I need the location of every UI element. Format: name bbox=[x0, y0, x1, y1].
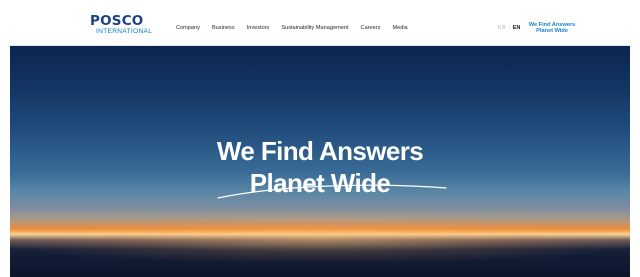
logo-subtitle: INTERNATIONAL bbox=[96, 28, 153, 35]
horizon-glow bbox=[10, 214, 630, 264]
nav-item-careers[interactable]: Careers bbox=[355, 10, 387, 46]
nav-item-media[interactable]: Media bbox=[386, 10, 413, 46]
browser-viewport: POSCO INTERNATIONAL Company Business Inv… bbox=[10, 10, 630, 277]
nav-item-sustainability-management[interactable]: Sustainability Management bbox=[275, 10, 354, 46]
site-header: POSCO INTERNATIONAL Company Business Inv… bbox=[10, 10, 630, 46]
lang-separator: | bbox=[508, 25, 510, 31]
hero-title-line-1: We Find Answers bbox=[216, 136, 424, 166]
logo-wordmark: POSCO bbox=[90, 13, 144, 29]
tagline-line-2: Planet Wide bbox=[536, 28, 568, 35]
orbit-swoosh-icon bbox=[217, 184, 447, 199]
posco-international-logo[interactable]: POSCO INTERNATIONAL bbox=[88, 13, 168, 41]
hero-banner: We Find Answers Planet Wide bbox=[10, 46, 630, 277]
lang-kr-link[interactable]: KR bbox=[498, 25, 506, 31]
nav-item-company[interactable]: Company bbox=[170, 10, 206, 46]
main-navigation: Company Business Investors Sustainabilit… bbox=[170, 10, 414, 46]
nav-item-business[interactable]: Business bbox=[206, 10, 241, 46]
language-switcher: KR | EN bbox=[498, 10, 520, 46]
nav-item-investors[interactable]: Investors bbox=[241, 10, 276, 46]
header-tagline: We Find Answers Planet Wide bbox=[524, 22, 580, 34]
lang-en-link[interactable]: EN bbox=[513, 25, 521, 31]
